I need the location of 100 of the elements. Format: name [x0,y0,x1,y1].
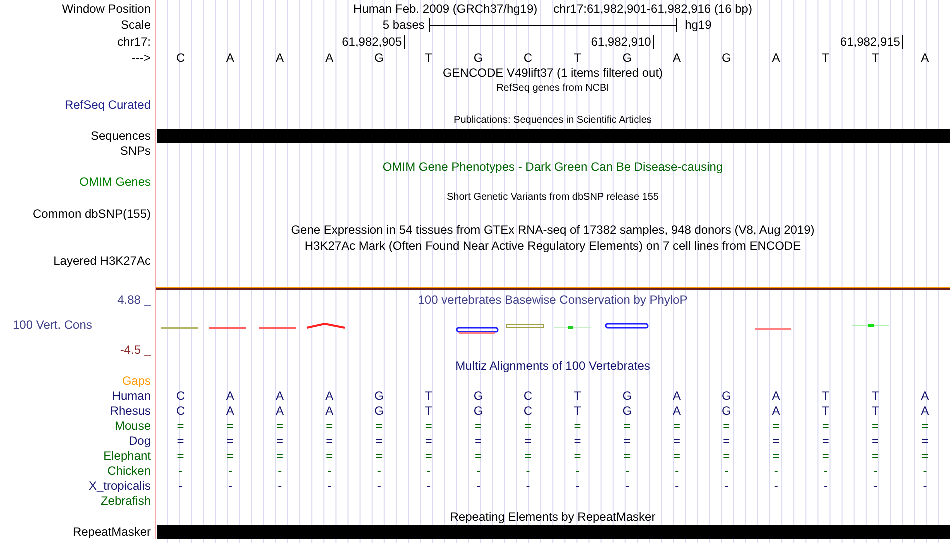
base-letter: T [574,390,582,402]
base-letter: = [624,420,631,432]
base-letter: = [326,420,334,432]
track-label: Chicken [108,465,151,477]
base-letter: = [326,435,334,447]
base-letter: = [574,420,582,432]
base-letter: A [673,52,682,64]
base-letter: = [524,420,532,432]
track-label: X_tropicalis [88,480,151,492]
scale-text: 5 bases [382,18,425,32]
coordinate-label: 61,982,910 [591,34,654,48]
track-label: ---> [132,52,151,64]
base-letter: G [622,52,632,64]
track-label: Rhesus [110,405,151,417]
base-letter: - [526,465,530,477]
base-letter: = [922,435,929,447]
base-letter: - [774,480,778,492]
base-letter: = [177,450,184,462]
base-letter: = [624,450,631,462]
base-letter: A [772,405,780,417]
track-label: Elephant [104,450,151,462]
track-title: H3K27Ac Mark (Often Found Near Active Regulatory Elements) on 7 cell lines from ENCODE [304,240,802,252]
assembly-name: Human Feb. 2009 (GRCh37/hg19) [354,2,538,14]
base-letter: = [475,435,482,447]
base-letter: = [822,450,830,462]
base-letter: = [475,450,482,462]
base-letter: T [425,405,433,417]
track-label: Scale [120,19,151,31]
base-letter: G [622,405,632,417]
track-description: RefSeq genes from NCBI [496,84,610,94]
base-letter: - [426,465,431,477]
base-letter: = [872,435,880,447]
base-letter: - [328,480,332,492]
base-letter: - [576,480,580,492]
base-letter: - [278,465,282,477]
base-letter: C [524,52,533,64]
track-title: Gene Expression in 54 tissues from GTEx RNA-seq of 17382 samples, 948 donors (V8, Aug 2019) [291,224,815,236]
base-letter: = [226,435,234,447]
base-letter: - [675,480,680,492]
base-letter: T [872,405,880,417]
base-letter: - [824,480,828,492]
track-label: Layered H3K27Ac [54,255,151,268]
track-label: Human [112,390,151,402]
base-letter: = [822,435,830,447]
base-letter: - [675,465,680,477]
base-letter: = [425,435,432,447]
base-letter: = [723,420,730,432]
base-letter: = [674,420,681,432]
base-letter: T [822,405,830,417]
base-letter: = [772,435,780,447]
base-letter: = [922,420,929,432]
base-letter: = [475,420,482,432]
base-letter: - [476,465,481,477]
base-letter: = [326,450,334,462]
base-letter: = [376,420,383,432]
track-description: Publications: Sequences in Scientific Articles [454,116,652,126]
track-label: Common dbSNP(155) [32,208,151,220]
track-title: OMIM Gene Phenotypes - Dark Green Can Be Disease-causing [382,160,724,172]
base-letter: G [474,52,484,64]
base-letter: A [921,390,930,402]
base-letter: - [625,480,630,492]
track-label: RefSeq Curated [64,98,151,111]
base-letter: = [524,435,532,447]
base-letter: - [923,480,928,492]
base-letter: - [377,465,382,477]
base-letter: - [724,465,729,477]
base-letter: A [772,390,780,402]
base-letter: T [872,52,880,64]
base-letter: A [326,52,334,64]
base-letter: = [624,435,631,447]
track-label: Gaps [122,375,151,387]
base-letter: T [872,390,880,402]
base-letter: - [576,465,580,477]
track-label: chr17: [118,36,151,48]
base-letter: = [772,450,780,462]
base-letter: G [722,52,732,64]
base-letter: = [674,450,681,462]
base-letter: = [276,450,284,462]
base-letter: = [723,435,730,447]
base-letter: T [425,52,433,64]
base-letter: A [276,390,284,402]
base-letter: = [574,450,582,462]
base-letter: T [574,405,582,417]
base-letter: G [622,390,632,402]
base-letter: - [824,465,828,477]
base-letter: - [178,465,183,477]
base-letter: A [921,52,930,64]
base-letter: = [723,450,730,462]
base-letter: - [426,480,431,492]
track-title: GENCODE V49lift37 (1 items filtered out) [442,67,664,79]
base-letter: T [425,390,433,402]
track-label: OMIM Genes [80,176,151,188]
base-letter: = [872,450,880,462]
base-letter: C [176,405,186,417]
base-letter: A [276,52,284,64]
base-letter: G [374,390,384,402]
base-letter: - [874,480,878,492]
base-letter: = [425,420,432,432]
assembly-name: hg19 [685,18,712,32]
base-letter: G [474,405,484,417]
